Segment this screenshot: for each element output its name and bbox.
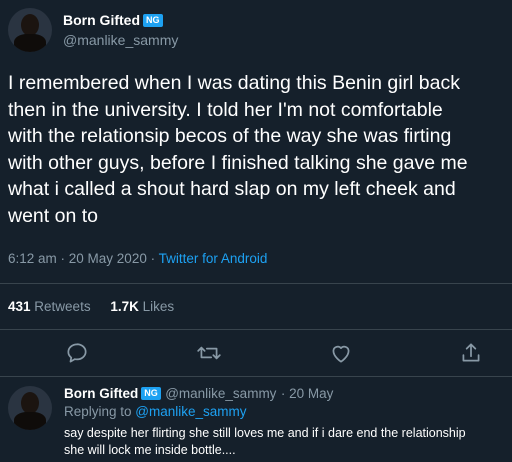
retweet-icon	[197, 346, 221, 360]
retweets-label: Retweets	[34, 299, 91, 314]
reply-text: say despite her flirting she still loves…	[64, 426, 466, 457]
replying-to: Replying to @manlike_sammy	[64, 404, 247, 419]
reply-author-name[interactable]: Born Gifted	[64, 386, 138, 401]
reply-date[interactable]: · 20 May	[281, 386, 334, 401]
like-button[interactable]	[328, 340, 354, 366]
country-badge: NG	[143, 14, 163, 27]
retweet-button[interactable]	[196, 340, 222, 366]
author-avatar[interactable]	[8, 8, 52, 52]
reply-country-badge: NG	[141, 387, 161, 400]
heart-icon	[332, 345, 350, 363]
author-header: Born Gifted NG	[63, 12, 163, 30]
reply-author-avatar[interactable]	[8, 386, 52, 430]
replying-handle-link[interactable]: @manlike_sammy	[135, 404, 246, 419]
author-name[interactable]: Born Gifted	[63, 12, 140, 28]
likes-stat[interactable]: 1.7K Likes	[110, 299, 174, 314]
tweet-actions	[0, 340, 512, 368]
reply-header: Born Gifted NG @manlike_sammy · 20 May	[64, 385, 333, 403]
retweets-count: 431	[8, 299, 31, 314]
reply-button[interactable]	[64, 340, 90, 366]
share-button[interactable]	[458, 340, 484, 366]
likes-label: Likes	[142, 299, 175, 314]
reply-author-handle[interactable]: @manlike_sammy	[165, 386, 276, 401]
retweets-stat[interactable]: 431 Retweets	[8, 299, 91, 314]
tweet-stats: 431 Retweets 1.7K Likes	[8, 299, 174, 314]
likes-count: 1.7K	[110, 299, 139, 314]
divider	[0, 376, 512, 377]
tweet-timestamp[interactable]: 6:12 am · 20 May 2020 ·	[8, 251, 159, 266]
tweet-text: I remembered when I was dating this Beni…	[8, 72, 468, 227]
share-icon	[462, 343, 480, 362]
divider	[0, 283, 512, 284]
divider	[0, 329, 512, 330]
tweet-meta: 6:12 am · 20 May 2020 · Twitter for Andr…	[8, 251, 267, 266]
comment-icon	[67, 343, 87, 363]
author-handle[interactable]: @manlike_sammy	[63, 32, 178, 48]
tweet-source-link[interactable]: Twitter for Android	[159, 251, 268, 266]
replying-prefix: Replying to	[64, 404, 136, 419]
